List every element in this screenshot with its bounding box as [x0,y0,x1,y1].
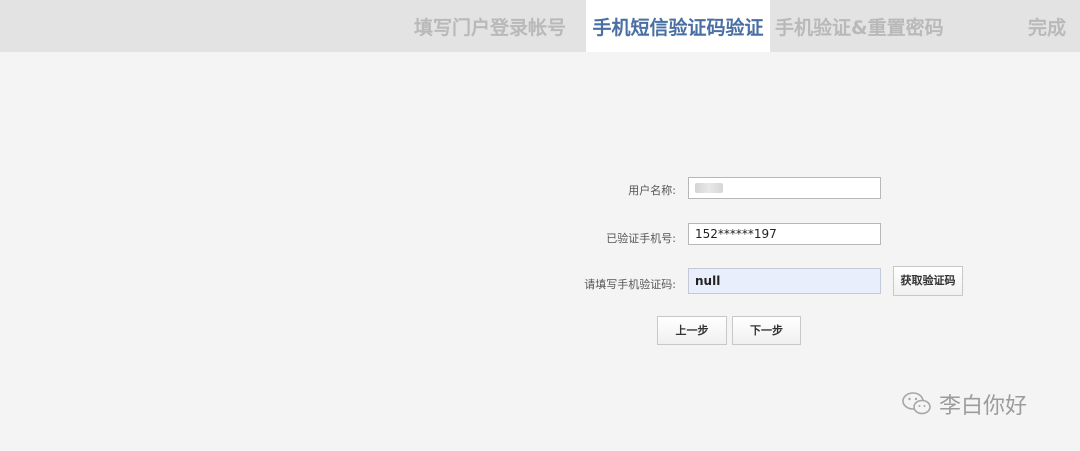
phone-label: 已验证手机号: [606,232,676,245]
username-field[interactable] [688,177,881,199]
redacted-username [695,183,723,193]
username-label: 用户名称: [628,184,676,197]
phone-field[interactable]: 152******197 [688,223,881,245]
code-label: 请填写手机验证码: [584,278,676,291]
step-complete: 完成 [1028,17,1067,39]
step-sms-verification: 手机短信验证码验证 [586,0,770,52]
code-input[interactable]: null [688,268,881,294]
step-enter-account: 填写门户登录帐号 [414,17,567,39]
watermark-text: 李白你好 [939,394,1028,419]
step-reset-password: 手机验证&重置密码 [775,17,944,39]
watermark: 李白你好 [901,386,1027,422]
get-code-button[interactable]: 获取验证码 [893,266,963,296]
prev-step-button[interactable]: 上一步 [657,316,727,345]
wechat-icon [902,392,931,415]
next-step-button[interactable]: 下一步 [732,316,801,345]
step-progress-bar: 填写门户登录帐号 手机短信验证码验证 手机验证&重置密码 完成 [0,0,1080,52]
